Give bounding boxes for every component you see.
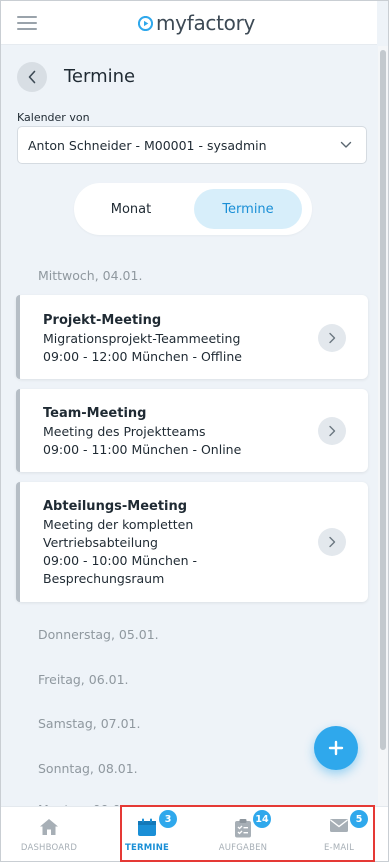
nav-label: DASHBOARD <box>20 843 78 853</box>
termine-count-badge: 3 <box>159 810 177 828</box>
toggle-monat[interactable]: Monat <box>80 189 182 229</box>
day-header: Donnerstag, 05.01. <box>38 627 159 642</box>
mail-icon <box>330 819 348 832</box>
event-card[interactable]: Abteilungs-Meeting Meeting der komplette… <box>16 482 368 602</box>
event-open-button[interactable] <box>318 324 346 352</box>
toggle-termine[interactable]: Termine <box>194 189 302 229</box>
event-open-button[interactable] <box>318 528 346 556</box>
chevron-right-icon <box>329 536 336 548</box>
add-appointment-button[interactable] <box>314 726 358 770</box>
nav-label: TERMINE <box>124 843 170 853</box>
day-header: Sonntag, 08.01. <box>38 761 138 776</box>
event-description-line: Vertriebsabteilung <box>43 535 158 550</box>
page-title: Termine <box>64 66 136 87</box>
nav-label: AUFGABEN <box>218 843 268 853</box>
chevron-right-icon <box>329 332 336 344</box>
nav-aufgaben[interactable]: 14 AUFGABEN <box>201 807 285 862</box>
event-card[interactable]: Projekt-Meeting Migrationsprojekt-Teamme… <box>16 295 368 379</box>
bottom-navigation: DASHBOARD 3 TERMINE 14 AUFGABEN 5 E-MAIL <box>1 806 388 861</box>
event-open-button[interactable] <box>318 417 346 445</box>
chevron-right-icon <box>329 425 336 437</box>
plus-icon <box>328 740 344 756</box>
hamburger-menu-icon[interactable] <box>17 16 37 30</box>
email-count-badge: 5 <box>350 810 368 828</box>
day-header: Samstag, 07.01. <box>38 716 141 731</box>
clipboard-icon <box>235 819 251 838</box>
logo-text: myfactory <box>156 11 256 35</box>
chevron-left-icon <box>28 70 36 84</box>
event-description: Migrationsprojekt-Teammeeting <box>43 331 241 346</box>
scrollbar-thumb[interactable] <box>380 50 386 750</box>
nav-termine[interactable]: 3 TERMINE <box>105 807 189 862</box>
event-card[interactable]: Team-Meeting Meeting des Projektteams 09… <box>16 389 368 472</box>
event-details-line: 09:00 - 10:00 München - <box>43 553 197 568</box>
day-header: Freitag, 06.01. <box>38 672 129 687</box>
top-bar: myfactory <box>1 1 377 45</box>
calendar-owner-value: Anton Schneider - M00001 - sysadmin <box>28 138 267 153</box>
nav-dashboard[interactable]: DASHBOARD <box>7 807 91 862</box>
event-description: Meeting des Projektteams <box>43 424 206 439</box>
view-toggle: Monat Termine <box>74 183 312 235</box>
event-details: 09:00 - 12:00 München - Offline <box>43 349 242 364</box>
scrollbar[interactable] <box>378 46 388 806</box>
event-details-line: Besprechungsraum <box>43 571 165 586</box>
chevron-down-icon <box>340 141 352 148</box>
calendar-select-label: Kalender von <box>17 111 90 124</box>
aufgaben-count-badge: 14 <box>253 810 271 828</box>
back-button[interactable] <box>17 62 47 92</box>
logo-play-icon <box>138 15 153 31</box>
event-title: Abteilungs-Meeting <box>43 499 188 514</box>
home-icon <box>40 819 58 835</box>
day-header: Mittwoch, 04.01. <box>38 268 143 283</box>
event-title: Projekt-Meeting <box>43 313 162 328</box>
event-description-line: Meeting der kompletten <box>43 517 194 532</box>
nav-label: E-MAIL <box>323 843 355 853</box>
calendar-owner-select[interactable]: Anton Schneider - M00001 - sysadmin <box>17 126 367 164</box>
event-details: 09:00 - 11:00 München - Online <box>43 442 242 457</box>
calendar-icon <box>138 818 156 836</box>
event-title: Team-Meeting <box>43 406 147 421</box>
app-logo: myfactory <box>138 10 255 36</box>
nav-email[interactable]: 5 E-MAIL <box>297 807 381 862</box>
